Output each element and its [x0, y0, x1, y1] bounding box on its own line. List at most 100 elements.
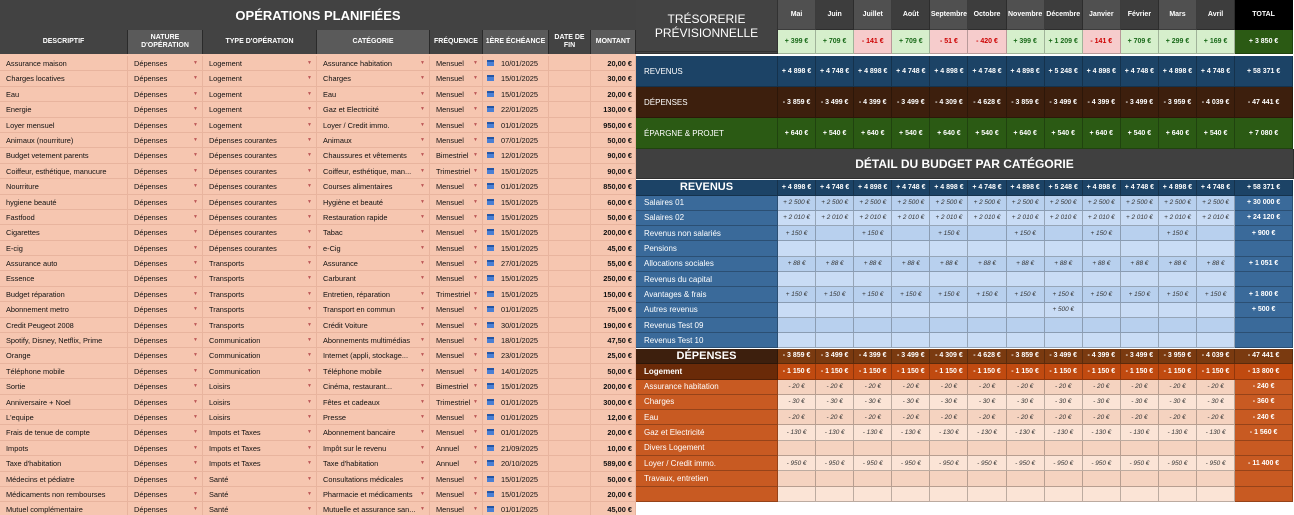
type-select[interactable]: Transports — [203, 286, 317, 302]
echeance-date[interactable]: 01/01/2025 — [483, 409, 549, 425]
echeance-date[interactable]: 12/01/2025 — [483, 148, 549, 163]
echeance-date[interactable]: 01/01/2025 — [483, 117, 549, 132]
type-select[interactable]: Logement — [203, 56, 317, 71]
nature-select[interactable]: Dépenses — [128, 271, 203, 286]
type-select[interactable]: Transports — [203, 317, 317, 333]
type-select[interactable]: Dépenses courantes — [203, 179, 317, 194]
frequence-select[interactable]: Mensuel — [430, 102, 483, 117]
echeance-date[interactable]: 01/01/2025 — [483, 502, 549, 515]
type-select[interactable]: Impots et Taxes — [203, 440, 317, 456]
frequence-select[interactable]: Mensuel — [430, 209, 483, 225]
frequence-select[interactable]: Mensuel — [430, 348, 483, 363]
type-select[interactable]: Loisirs — [203, 394, 317, 409]
echeance-date[interactable]: 20/10/2025 — [483, 456, 549, 471]
calendar-icon[interactable] — [487, 136, 494, 143]
type-select[interactable]: Communication — [203, 333, 317, 348]
nature-select[interactable]: Dépenses — [128, 333, 203, 348]
type-select[interactable]: Logement — [203, 86, 317, 102]
echeance-date[interactable]: 27/01/2025 — [483, 256, 549, 271]
categorie-select[interactable]: Impôt sur le revenu — [317, 440, 430, 456]
categorie-select[interactable]: Hygiène et beauté — [317, 194, 430, 209]
categorie-select[interactable]: Presse — [317, 409, 430, 425]
nature-select[interactable]: Dépenses — [128, 194, 203, 209]
categorie-select[interactable]: Téléphone mobile — [317, 363, 430, 379]
echeance-date[interactable]: 15/01/2025 — [483, 240, 549, 256]
type-select[interactable]: Logement — [203, 117, 317, 132]
type-select[interactable]: Transports — [203, 271, 317, 286]
calendar-icon[interactable] — [487, 383, 494, 390]
frequence-select[interactable]: Trimestriel — [430, 394, 483, 409]
type-select[interactable]: Transports — [203, 256, 317, 271]
nature-select[interactable]: Dépenses — [128, 456, 203, 471]
calendar-icon[interactable] — [487, 60, 494, 66]
type-select[interactable]: Logement — [203, 71, 317, 86]
categorie-select[interactable]: Abonnements multimédias — [317, 333, 430, 348]
nature-select[interactable]: Dépenses — [128, 394, 203, 409]
calendar-icon[interactable] — [487, 506, 494, 513]
categorie-select[interactable]: Assurance habitation — [317, 56, 430, 71]
type-select[interactable]: Santé — [203, 471, 317, 486]
type-select[interactable]: Transports — [203, 302, 317, 317]
nature-select[interactable]: Dépenses — [128, 225, 203, 240]
frequence-select[interactable]: Annuel — [430, 456, 483, 471]
type-select[interactable]: Communication — [203, 363, 317, 379]
nature-select[interactable]: Dépenses — [128, 348, 203, 363]
nature-select[interactable]: Dépenses — [128, 179, 203, 194]
calendar-icon[interactable] — [487, 90, 494, 97]
calendar-icon[interactable] — [487, 75, 494, 82]
categorie-select[interactable]: Transport en commun — [317, 302, 430, 317]
type-select[interactable]: Communication — [203, 348, 317, 363]
frequence-select[interactable]: Mensuel — [430, 256, 483, 271]
type-select[interactable]: Logement — [203, 102, 317, 117]
calendar-icon[interactable] — [487, 229, 494, 236]
categorie-select[interactable]: Fêtes et cadeaux — [317, 394, 430, 409]
categorie-select[interactable]: Gaz et Electricité — [317, 102, 430, 117]
frequence-select[interactable]: Mensuel — [430, 409, 483, 425]
echeance-date[interactable]: 14/01/2025 — [483, 363, 549, 379]
calendar-icon[interactable] — [487, 213, 494, 220]
frequence-select[interactable]: Mensuel — [430, 486, 483, 502]
frequence-select[interactable]: Mensuel — [430, 317, 483, 333]
calendar-icon[interactable] — [487, 121, 494, 128]
frequence-select[interactable]: Trimestriel — [430, 286, 483, 302]
categorie-select[interactable]: Restauration rapide — [317, 209, 430, 225]
nature-select[interactable]: Dépenses — [128, 486, 203, 502]
nature-select[interactable]: Dépenses — [128, 148, 203, 163]
frequence-select[interactable]: Mensuel — [430, 240, 483, 256]
nature-select[interactable]: Dépenses — [128, 502, 203, 515]
frequence-select[interactable]: Mensuel — [430, 225, 483, 240]
calendar-icon[interactable] — [487, 460, 494, 467]
calendar-icon[interactable] — [487, 413, 494, 420]
echeance-date[interactable]: 15/01/2025 — [483, 286, 549, 302]
echeance-date[interactable]: 15/01/2025 — [483, 194, 549, 209]
nature-select[interactable]: Dépenses — [128, 56, 203, 71]
calendar-icon[interactable] — [487, 198, 494, 205]
echeance-date[interactable]: 30/01/2025 — [483, 317, 549, 333]
echeance-date[interactable]: 07/01/2025 — [483, 132, 549, 148]
frequence-select[interactable]: Mensuel — [430, 333, 483, 348]
calendar-icon[interactable] — [487, 244, 494, 251]
nature-select[interactable]: Dépenses — [128, 132, 203, 148]
echeance-date[interactable]: 15/01/2025 — [483, 486, 549, 502]
frequence-select[interactable]: Mensuel — [430, 132, 483, 148]
calendar-icon[interactable] — [487, 106, 494, 113]
calendar-icon[interactable] — [487, 429, 494, 436]
nature-select[interactable]: Dépenses — [128, 117, 203, 132]
categorie-select[interactable]: e-Cig — [317, 240, 430, 256]
type-select[interactable]: Impots et Taxes — [203, 425, 317, 440]
nature-select[interactable]: Dépenses — [128, 425, 203, 440]
frequence-select[interactable]: Mensuel — [430, 363, 483, 379]
echeance-date[interactable]: 01/01/2025 — [483, 179, 549, 194]
type-select[interactable]: Dépenses courantes — [203, 240, 317, 256]
calendar-icon[interactable] — [487, 444, 494, 451]
echeance-date[interactable]: 23/01/2025 — [483, 348, 549, 363]
categorie-select[interactable]: Mutuelle et assurance san... — [317, 502, 430, 515]
categorie-select[interactable]: Abonnement bancaire — [317, 425, 430, 440]
type-select[interactable]: Santé — [203, 502, 317, 515]
calendar-icon[interactable] — [487, 260, 494, 267]
echeance-date[interactable]: 15/01/2025 — [483, 471, 549, 486]
categorie-select[interactable]: Consultations médicales — [317, 471, 430, 486]
nature-select[interactable]: Dépenses — [128, 409, 203, 425]
categorie-select[interactable]: Courses alimentaires — [317, 179, 430, 194]
type-select[interactable]: Dépenses courantes — [203, 225, 317, 240]
